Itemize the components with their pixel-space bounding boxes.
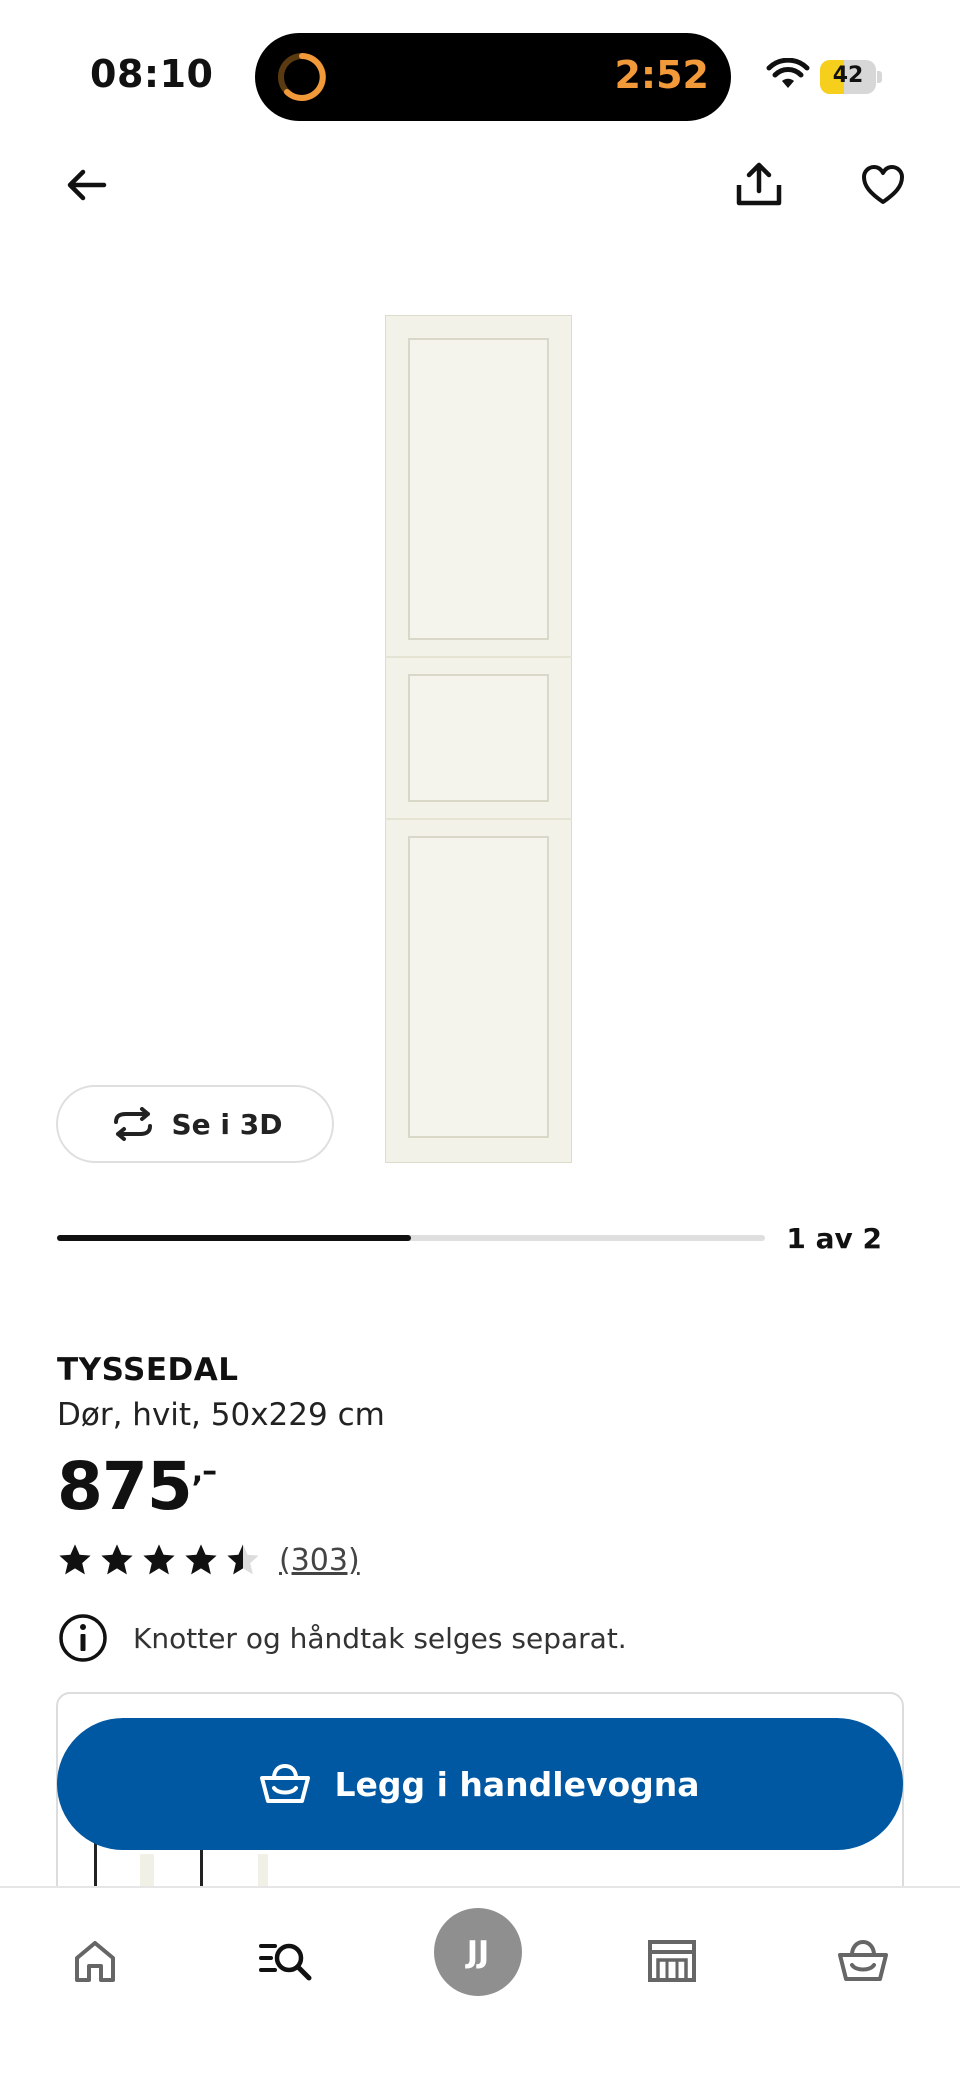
basket-tab-icon [838, 1939, 888, 1981]
status-bar: 08:10 2:52 42 [0, 0, 960, 150]
tab-store[interactable] [627, 1916, 717, 2006]
view-3d-button[interactable]: Se i 3D [56, 1085, 334, 1163]
share-icon [736, 162, 782, 206]
star-icon [143, 1544, 175, 1575]
island-timer: 2:52 [614, 53, 709, 97]
back-button[interactable] [52, 150, 122, 220]
tab-profile[interactable]: JJ [434, 1908, 522, 1996]
gallery-counter: 1 av 2 [786, 1222, 882, 1255]
battery-level: 42 [832, 63, 864, 88]
search-list-icon [259, 1943, 312, 1981]
rating[interactable]: (303) [57, 1540, 360, 1580]
add-to-cart-label: Legg i handlevogna [334, 1764, 700, 1804]
star-icon [101, 1544, 133, 1575]
add-to-cart-button[interactable]: Legg i handlevogna [57, 1718, 903, 1850]
price-suffix: ,– [191, 1454, 217, 1489]
basket-icon [260, 1764, 311, 1803]
product-image[interactable] [385, 315, 572, 1163]
rotate-3d-icon [113, 1107, 152, 1141]
product-name: TYSSEDAL [57, 1352, 239, 1388]
bottom-tab-bar: JJ [0, 1886, 960, 2087]
star-icon [59, 1544, 91, 1575]
review-count-link[interactable]: (303) [279, 1543, 360, 1578]
wifi-icon [766, 58, 810, 88]
top-nav [0, 150, 960, 230]
status-time: 08:10 [90, 52, 214, 96]
info-icon [59, 1614, 107, 1662]
view-3d-label: Se i 3D [171, 1107, 283, 1141]
share-button[interactable] [724, 150, 794, 220]
star-icon [227, 1544, 259, 1575]
tab-home[interactable] [50, 1916, 140, 2006]
battery-icon: 42 [820, 60, 882, 94]
avatar-initials: JJ [466, 1934, 490, 1970]
price-value: 875 [57, 1448, 193, 1525]
product-description: Dør, hvit, 50x229 cm [57, 1397, 385, 1433]
rating-stars [57, 1542, 261, 1578]
timer-ring-icon [278, 53, 326, 101]
tab-search[interactable] [242, 1916, 332, 2006]
store-icon [648, 1940, 696, 1982]
info-notice: Knotter og håndtak selges separat. [57, 1612, 627, 1664]
gallery-progress-fill [57, 1235, 411, 1241]
gallery-progress [57, 1235, 765, 1241]
dynamic-island[interactable]: 2:52 [255, 33, 731, 121]
heart-icon [862, 165, 904, 204]
product-price: 875,– [57, 1448, 217, 1525]
favourite-button[interactable] [848, 150, 918, 220]
home-icon [75, 1941, 115, 1982]
arrow-left-icon [67, 169, 107, 201]
info-notice-text: Knotter og håndtak selges separat. [133, 1621, 627, 1655]
tab-basket[interactable] [818, 1916, 908, 2006]
star-icon [185, 1544, 217, 1575]
